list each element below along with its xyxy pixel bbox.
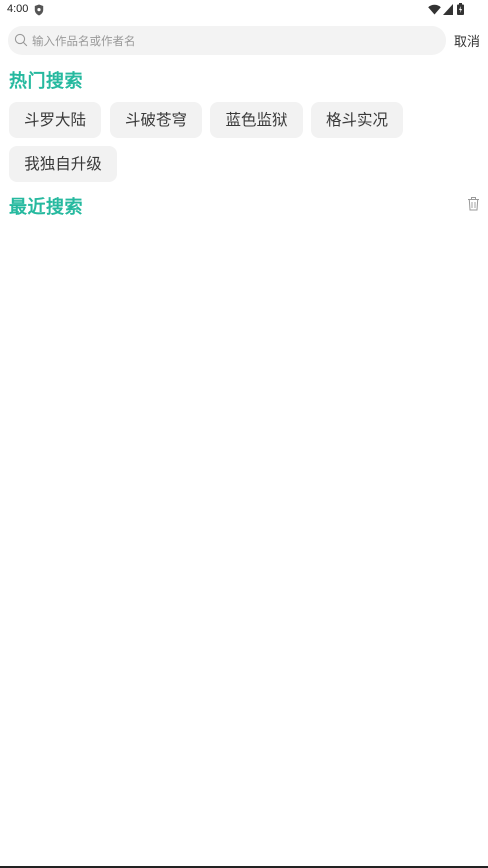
search-page: 4:00 取消 热门搜索 斗罗大陆 斗破苍穹 蓝色监狱 格斗实况 我独自升级 最…	[0, 0, 488, 868]
recent-search-title: 最近搜索	[9, 197, 83, 218]
hot-search-tag[interactable]: 格斗实况	[311, 102, 403, 138]
shield-icon	[34, 4, 44, 16]
search-input[interactable]	[32, 26, 432, 55]
trash-icon[interactable]	[467, 197, 480, 211]
search-icon	[14, 33, 28, 47]
hot-search-tag[interactable]: 斗罗大陆	[9, 102, 101, 138]
hot-search-title: 热门搜索	[9, 71, 83, 92]
status-time: 4:00	[7, 3, 29, 15]
search-box[interactable]	[8, 26, 446, 55]
cancel-button[interactable]: 取消	[454, 31, 480, 50]
wifi-icon	[428, 4, 441, 15]
status-bar: 4:00	[0, 0, 488, 22]
battery-icon	[457, 3, 464, 15]
hot-search-tag[interactable]: 蓝色监狱	[210, 102, 303, 138]
hot-search-tag[interactable]: 斗破苍穹	[110, 102, 202, 138]
hot-search-tag[interactable]: 我独自升级	[9, 146, 117, 182]
signal-icon	[443, 4, 453, 15]
